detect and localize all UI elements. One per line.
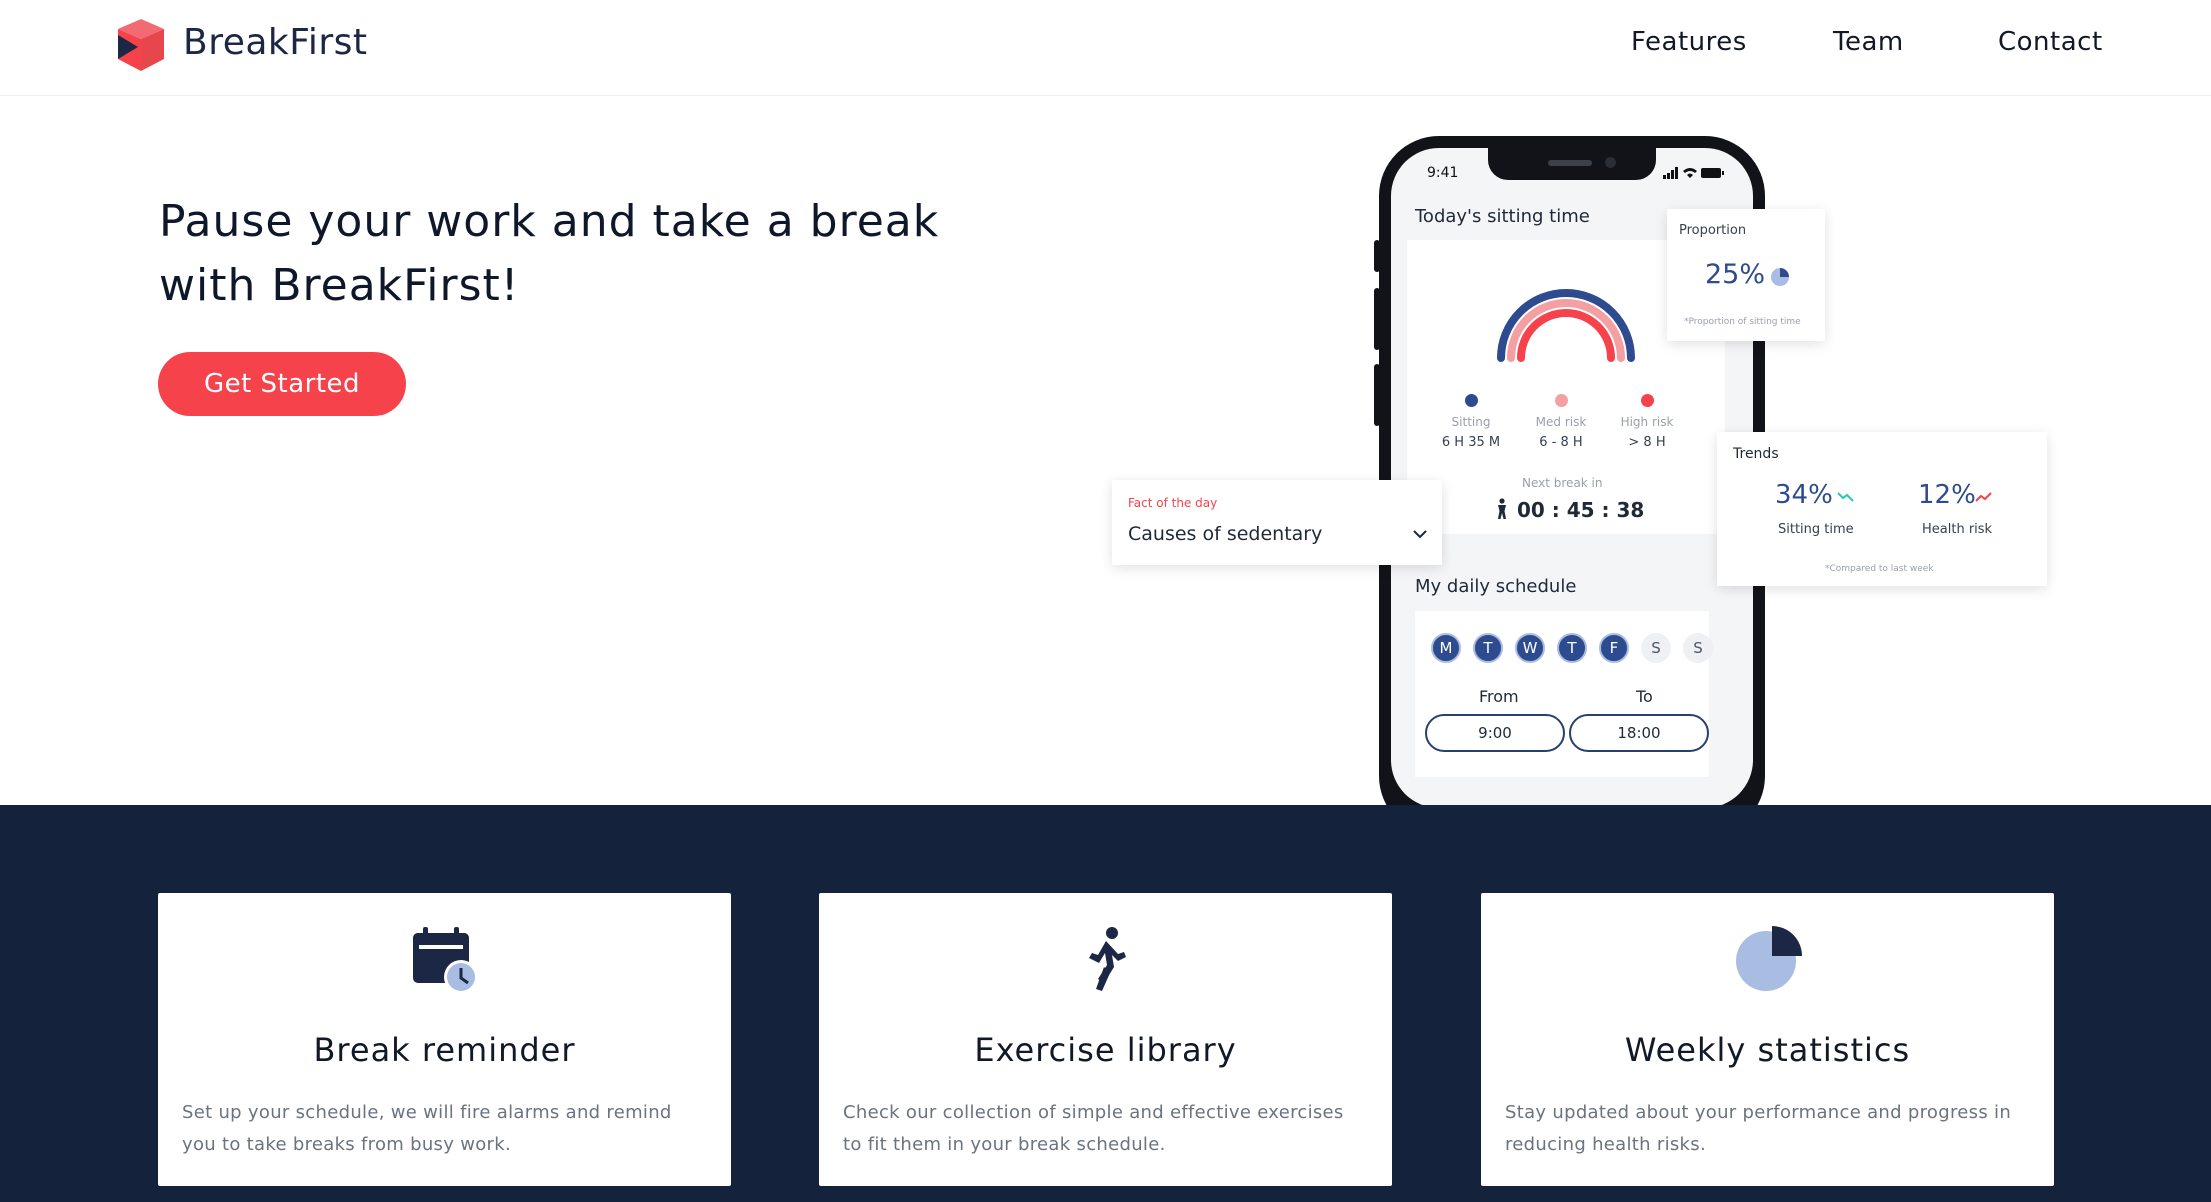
- trends-title: Trends: [1733, 446, 1779, 462]
- trend-up-icon: [1975, 492, 1992, 502]
- feature-title: Weekly statistics: [1624, 1031, 1911, 1069]
- phone-side-button: [1374, 240, 1380, 272]
- status-bar-icons: [1663, 167, 1724, 179]
- legend-label: Med risk: [1535, 415, 1587, 429]
- legend-sitting: Sitting 6 H 35 M: [1431, 394, 1511, 450]
- pie-chart-icon: [1771, 268, 1789, 286]
- from-time-input[interactable]: 9:00: [1425, 714, 1565, 752]
- nav-features[interactable]: Features: [1631, 27, 1747, 57]
- speaker-icon: [1548, 160, 1592, 166]
- brand-name[interactable]: BreakFirst: [183, 22, 368, 63]
- battery-icon: [1701, 168, 1724, 178]
- feature-description: Check our collection of simple and effec…: [843, 1102, 1344, 1155]
- next-break-timer: 00 : 45 : 38: [1517, 498, 1645, 522]
- running-person-icon: [1088, 927, 1126, 991]
- trend-risk-value: 12%: [1918, 480, 1976, 510]
- feature-description: Stay updated about your performance and …: [1505, 1102, 2012, 1155]
- breakfirst-logo-icon[interactable]: [116, 17, 166, 73]
- nav-team[interactable]: Team: [1833, 27, 1904, 57]
- wifi-icon: [1683, 168, 1697, 178]
- schedule-title: My daily schedule: [1415, 576, 1577, 597]
- chevron-down-icon[interactable]: [1412, 529, 1428, 539]
- day-toggle-tuesday[interactable]: T: [1473, 633, 1503, 663]
- day-toggle-thursday[interactable]: T: [1557, 633, 1587, 663]
- hero-title: Pause your work and take a break with Br…: [159, 196, 940, 311]
- fact-of-day-card[interactable]: Fact of the day Causes of sedentary: [1112, 480, 1442, 565]
- camera-icon: [1605, 157, 1616, 168]
- trend-down-icon: [1837, 492, 1854, 502]
- legend-label: High risk: [1620, 415, 1674, 429]
- trends-card: Trends 34% Sitting time 12% Health risk …: [1717, 432, 2047, 586]
- next-break-label: Next break in: [1522, 476, 1603, 490]
- legend-high-risk: High risk > 8 H: [1607, 394, 1687, 450]
- legend-dot: [1554, 394, 1568, 407]
- legend-value: 6 H 35 M: [1441, 435, 1501, 450]
- legend-value: 6 - 8 H: [1539, 435, 1583, 450]
- legend-value: > 8 H: [1628, 435, 1666, 450]
- site-header: BreakFirst Features Team Contact: [0, 0, 2211, 96]
- day-toggle-friday[interactable]: F: [1599, 633, 1629, 663]
- get-started-button[interactable]: Get Started: [158, 352, 406, 416]
- calendar-clock-icon: [412, 927, 478, 994]
- status-time: 9:41: [1427, 165, 1459, 181]
- feature-title: Exercise library: [974, 1031, 1237, 1069]
- trend-sitting-value: 34%: [1775, 480, 1833, 510]
- day-toggle-wednesday[interactable]: W: [1515, 633, 1545, 663]
- from-label: From: [1479, 687, 1519, 706]
- legend-med-risk: Med risk 6 - 8 H: [1521, 394, 1601, 450]
- phone-side-button: [1374, 364, 1380, 426]
- standing-person-icon: [1498, 498, 1506, 519]
- to-time-input[interactable]: 18:00: [1569, 714, 1709, 752]
- signal-icon: [1663, 167, 1678, 179]
- feature-card-exercise-library[interactable]: Exercise library Check our collection of…: [819, 893, 1392, 1186]
- fact-value: Causes of sedentary: [1128, 523, 1323, 545]
- to-label: To: [1636, 687, 1653, 706]
- day-selector: M T W T F S S: [1431, 633, 1713, 663]
- proportion-card: Proportion 25% *Proportion of sitting ti…: [1667, 209, 1825, 341]
- feature-title: Break reminder: [313, 1031, 576, 1069]
- day-toggle-monday[interactable]: M: [1431, 633, 1461, 663]
- fact-label: Fact of the day: [1128, 496, 1218, 510]
- nav-contact[interactable]: Contact: [1998, 27, 2103, 57]
- phone-notch: [1488, 148, 1656, 180]
- proportion-title: Proportion: [1679, 223, 1747, 238]
- feature-card-break-reminder[interactable]: Break reminder Set up your schedule, we …: [158, 893, 731, 1186]
- proportion-value: 25%: [1705, 259, 1766, 290]
- legend-dot: [1464, 394, 1478, 407]
- legend-dot: [1640, 394, 1654, 407]
- proportion-note: *Proportion of sitting time: [1684, 317, 1801, 327]
- trends-note: *Compared to last week: [1825, 564, 1934, 574]
- trend-sitting-label: Sitting time: [1778, 522, 1854, 537]
- day-toggle-sunday[interactable]: S: [1683, 633, 1713, 663]
- pie-chart-icon: [1735, 926, 1802, 991]
- feature-card-weekly-statistics[interactable]: Weekly statistics Stay updated about you…: [1481, 893, 2054, 1186]
- trend-risk-label: Health risk: [1922, 522, 1993, 537]
- sitting-time-title: Today's sitting time: [1415, 206, 1590, 227]
- schedule-card: M T W T F S S From To 9:00 18:00: [1415, 611, 1713, 777]
- feature-description: Set up your schedule, we will fire alarm…: [182, 1102, 672, 1155]
- legend-label: Sitting: [1451, 415, 1491, 429]
- phone-side-button: [1374, 288, 1380, 350]
- day-toggle-saturday[interactable]: S: [1641, 633, 1671, 663]
